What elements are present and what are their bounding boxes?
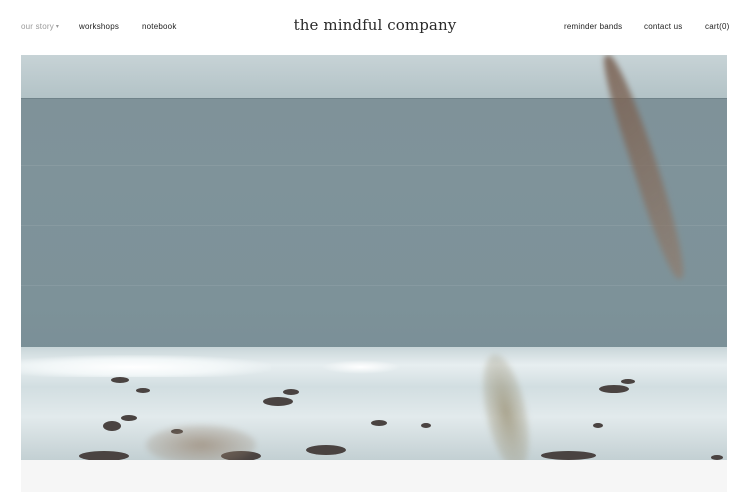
rock [111, 377, 129, 383]
rock [136, 388, 150, 393]
nav-reminder-bands[interactable]: reminder bands [564, 22, 622, 31]
swell-line [21, 285, 727, 286]
swell-line [21, 225, 727, 226]
nav-contact-us[interactable]: contact us [644, 22, 682, 31]
rock [306, 445, 346, 455]
brand-logo[interactable]: the mindful company [0, 16, 750, 34]
swell-line [21, 165, 727, 166]
rock [421, 423, 431, 428]
grass-blur [146, 425, 256, 460]
rock [121, 415, 137, 421]
nav-cart[interactable]: cart(0) [705, 22, 730, 31]
rock [541, 451, 596, 460]
wave-foam [21, 355, 271, 377]
content-below [21, 460, 727, 492]
rock [599, 385, 629, 393]
rock [263, 397, 293, 406]
rock [621, 379, 635, 384]
wave-foam [321, 360, 401, 374]
rock [371, 420, 387, 426]
site-header: our story ▾ workshops notebook the mindfu… [0, 0, 750, 54]
rock [103, 421, 121, 431]
hero-image [21, 55, 727, 460]
rock [79, 451, 129, 460]
rock [593, 423, 603, 428]
rock [283, 389, 299, 395]
